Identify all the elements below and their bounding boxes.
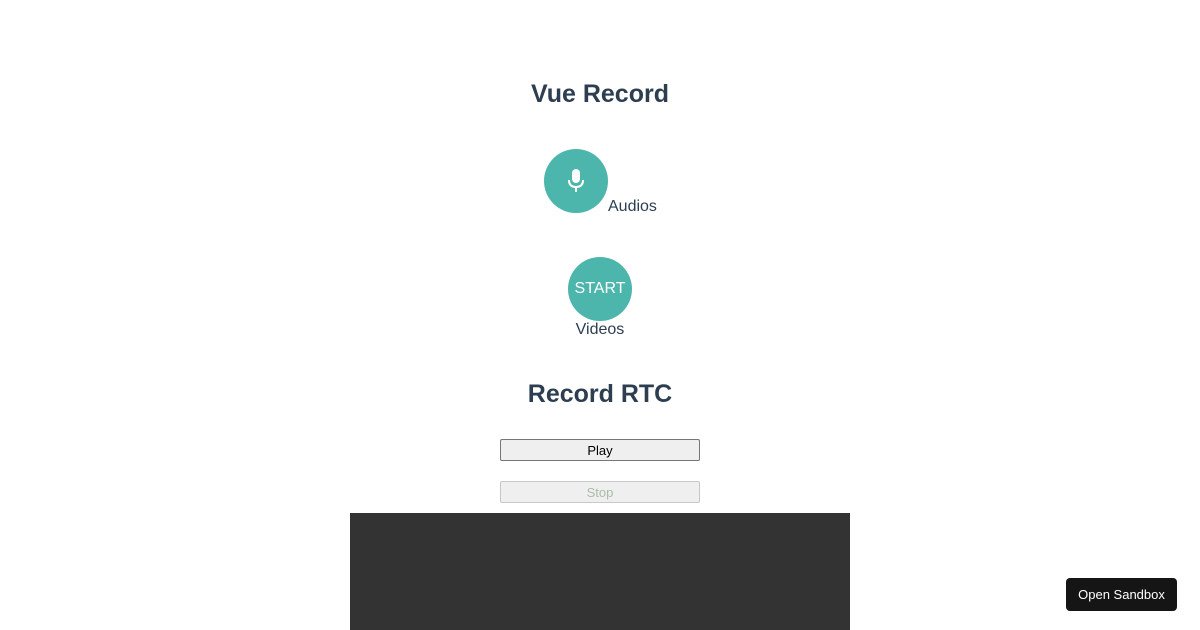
- open-sandbox-button[interactable]: Open Sandbox: [1066, 578, 1177, 611]
- record-audio-button[interactable]: [544, 149, 608, 213]
- start-video-button[interactable]: START: [568, 257, 632, 321]
- vue-record-title: Vue Record: [530, 80, 669, 108]
- audios-label: Audios: [608, 198, 657, 215]
- play-button[interactable]: Play: [500, 439, 700, 461]
- video-preview: [350, 513, 850, 630]
- stop-button[interactable]: Stop: [500, 481, 700, 503]
- microphone-icon: [566, 168, 586, 194]
- page: Vue Record Audios START Videos Record RT…: [0, 0, 1200, 630]
- videos-label: Videos: [575, 321, 625, 338]
- record-rtc-title: Record RTC: [527, 380, 673, 408]
